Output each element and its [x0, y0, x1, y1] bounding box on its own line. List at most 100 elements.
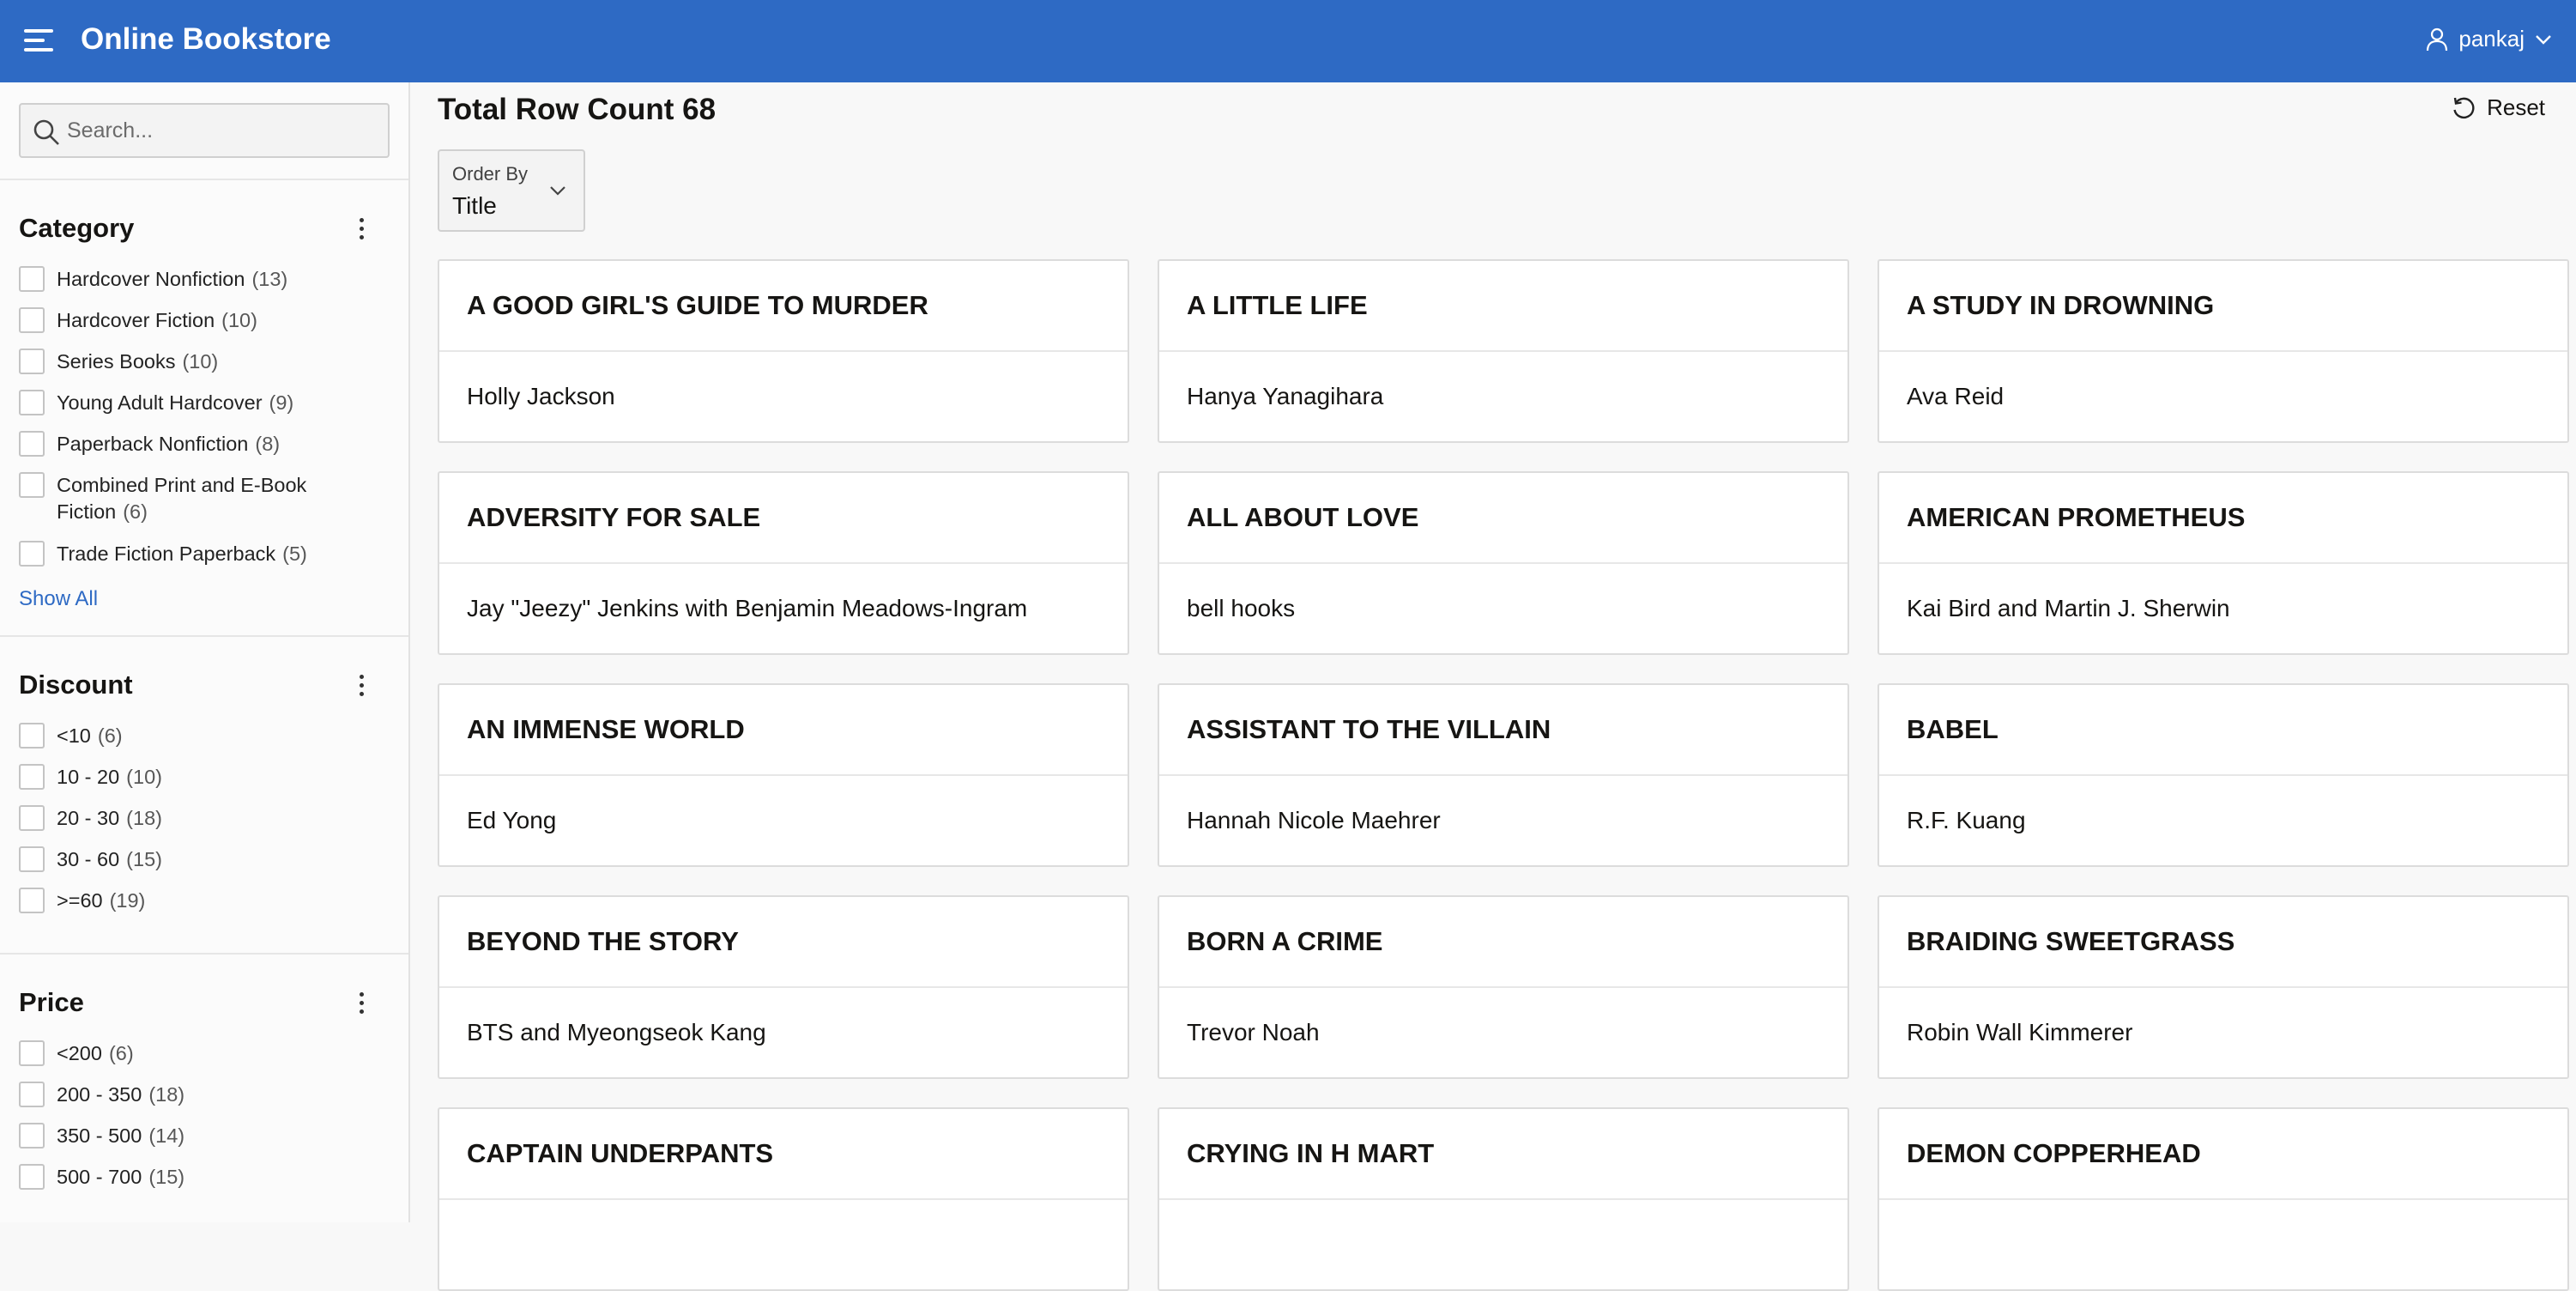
- faceted-search-sidebar: Category Hardcover Nonfiction (13) Hardco…: [0, 82, 410, 1222]
- app-header: Online Bookstore pankaj: [0, 0, 2576, 82]
- book-title: ADVERSITY FOR SALE: [439, 473, 1128, 564]
- option-count: (15): [148, 1166, 185, 1188]
- facet-option[interactable]: 20 - 30 (18): [19, 805, 390, 846]
- option-label: 200 - 350: [57, 1083, 142, 1106]
- option-count: (18): [126, 807, 162, 829]
- book-card[interactable]: AN IMMENSE WORLD Ed Yong: [438, 683, 1129, 867]
- show-all-link[interactable]: Show All: [19, 587, 98, 611]
- facet-option[interactable]: 350 - 500 (14): [19, 1123, 390, 1164]
- checkbox[interactable]: [19, 390, 45, 415]
- book-author: [1159, 1200, 1847, 1289]
- book-card[interactable]: ASSISTANT TO THE VILLAIN Hannah Nicole Ma…: [1158, 683, 1849, 867]
- checkbox[interactable]: [19, 349, 45, 374]
- book-card[interactable]: BEYOND THE STORY BTS and Myeongseok Kang: [438, 895, 1129, 1079]
- option-label: Combined Print and E-Book Fiction: [57, 474, 307, 523]
- facet-option[interactable]: >=60 (19): [19, 888, 390, 929]
- facet-option[interactable]: Paperback Nonfiction (8): [19, 431, 390, 472]
- checkbox[interactable]: [19, 723, 45, 749]
- checkbox[interactable]: [19, 805, 45, 831]
- book-author: [1879, 1200, 2567, 1289]
- book-title: A LITTLE LIFE: [1159, 261, 1847, 352]
- facet-option[interactable]: Series Books (10): [19, 349, 390, 390]
- book-card[interactable]: CAPTAIN UNDERPANTS: [438, 1107, 1129, 1291]
- option-label: 500 - 700: [57, 1166, 142, 1188]
- book-card[interactable]: A LITTLE LIFE Hanya Yanagihara: [1158, 259, 1849, 443]
- book-card[interactable]: ALL ABOUT LOVE bell hooks: [1158, 471, 1849, 655]
- option-count: (10): [126, 766, 162, 788]
- book-author: [439, 1200, 1128, 1289]
- facet-option[interactable]: Combined Print and E-Book Fiction (6): [19, 472, 390, 541]
- option-label: 20 - 30: [57, 807, 120, 829]
- book-author: Hannah Nicole Maehrer: [1187, 807, 1441, 833]
- option-label: Young Adult Hardcover: [57, 391, 263, 414]
- option-count: (5): [282, 542, 307, 565]
- book-title: BABEL: [1879, 685, 2567, 776]
- option-label: Hardcover Nonfiction: [57, 268, 245, 290]
- app-title[interactable]: Online Bookstore: [81, 22, 331, 57]
- order-by-select[interactable]: Order By Title: [438, 149, 585, 232]
- facet-option[interactable]: <200 (6): [19, 1040, 390, 1082]
- reset-icon: [2453, 97, 2475, 118]
- book-card[interactable]: A STUDY IN DROWNING Ava Reid: [1878, 259, 2569, 443]
- book-author: Robin Wall Kimmerer: [1907, 1019, 2133, 1046]
- book-card[interactable]: BORN A CRIME Trevor Noah: [1158, 895, 1849, 1079]
- facet-category: Category Hardcover Nonfiction (13) Hardco…: [0, 180, 408, 637]
- option-label: Hardcover Fiction: [57, 309, 215, 331]
- book-author: Jay "Jeezy" Jenkins with Benjamin Meadow…: [467, 595, 1028, 621]
- book-author: Kai Bird and Martin J. Sherwin: [1907, 595, 2230, 621]
- checkbox[interactable]: [19, 888, 45, 913]
- book-card[interactable]: ADVERSITY FOR SALE Jay "Jeezy" Jenkins wi…: [438, 471, 1129, 655]
- option-label: 30 - 60: [57, 848, 120, 870]
- checkbox[interactable]: [19, 764, 45, 790]
- checkbox[interactable]: [19, 541, 45, 567]
- facet-option[interactable]: Hardcover Fiction (10): [19, 307, 390, 349]
- checkbox[interactable]: [19, 472, 45, 498]
- facet-option[interactable]: Trade Fiction Paperback (5): [19, 541, 390, 582]
- facet-title: Category: [19, 213, 135, 243]
- option-count: (18): [148, 1083, 185, 1106]
- book-author: Hanya Yanagihara: [1187, 383, 1384, 409]
- book-author: BTS and Myeongseok Kang: [467, 1019, 766, 1046]
- search-box[interactable]: [19, 103, 390, 158]
- book-title: CAPTAIN UNDERPANTS: [439, 1109, 1128, 1200]
- book-card[interactable]: A GOOD GIRL'S GUIDE TO MURDER Holly Jacks…: [438, 259, 1129, 443]
- book-title: A STUDY IN DROWNING: [1879, 261, 2567, 352]
- checkbox[interactable]: [19, 266, 45, 292]
- option-count: (15): [126, 848, 162, 870]
- book-card[interactable]: CRYING IN H MART: [1158, 1107, 1849, 1291]
- checkbox[interactable]: [19, 1082, 45, 1107]
- facet-option[interactable]: 200 - 350 (18): [19, 1082, 390, 1123]
- reset-button[interactable]: Reset: [2451, 94, 2545, 121]
- option-label: 350 - 500: [57, 1124, 142, 1147]
- more-options-icon[interactable]: [348, 987, 374, 1018]
- book-title: CRYING IN H MART: [1159, 1109, 1847, 1200]
- results-region: Total Row Count 68 Reset Order By Title …: [412, 82, 2576, 1291]
- checkbox[interactable]: [19, 1164, 45, 1190]
- facet-option[interactable]: <10 (6): [19, 723, 390, 764]
- book-card[interactable]: BRAIDING SWEETGRASS Robin Wall Kimmerer: [1878, 895, 2569, 1079]
- option-count: (6): [108, 1042, 134, 1064]
- more-options-icon[interactable]: [348, 213, 374, 244]
- facet-option[interactable]: Hardcover Nonfiction (13): [19, 266, 390, 307]
- book-card[interactable]: BABEL R.F. Kuang: [1878, 683, 2569, 867]
- book-author: Ava Reid: [1907, 383, 2005, 409]
- book-card[interactable]: DEMON COPPERHEAD: [1878, 1107, 2569, 1291]
- facet-option[interactable]: Young Adult Hardcover (9): [19, 390, 390, 431]
- checkbox[interactable]: [19, 1123, 45, 1149]
- more-options-icon[interactable]: [348, 670, 374, 700]
- option-label: Series Books: [57, 350, 176, 373]
- checkbox[interactable]: [19, 1040, 45, 1066]
- search-input[interactable]: [67, 113, 376, 148]
- user-menu[interactable]: pankaj: [2426, 26, 2552, 52]
- checkbox[interactable]: [19, 431, 45, 457]
- book-author: Holly Jackson: [467, 383, 615, 409]
- checkbox[interactable]: [19, 307, 45, 333]
- hamburger-menu-icon[interactable]: [24, 29, 55, 53]
- book-card[interactable]: AMERICAN PROMETHEUS Kai Bird and Martin J…: [1878, 471, 2569, 655]
- facet-option[interactable]: 500 - 700 (15): [19, 1164, 390, 1205]
- facet-option[interactable]: 30 - 60 (15): [19, 846, 390, 888]
- order-by-label: Order By: [452, 163, 529, 185]
- book-author: Ed Yong: [467, 807, 557, 833]
- facet-option[interactable]: 10 - 20 (10): [19, 764, 390, 805]
- checkbox[interactable]: [19, 846, 45, 872]
